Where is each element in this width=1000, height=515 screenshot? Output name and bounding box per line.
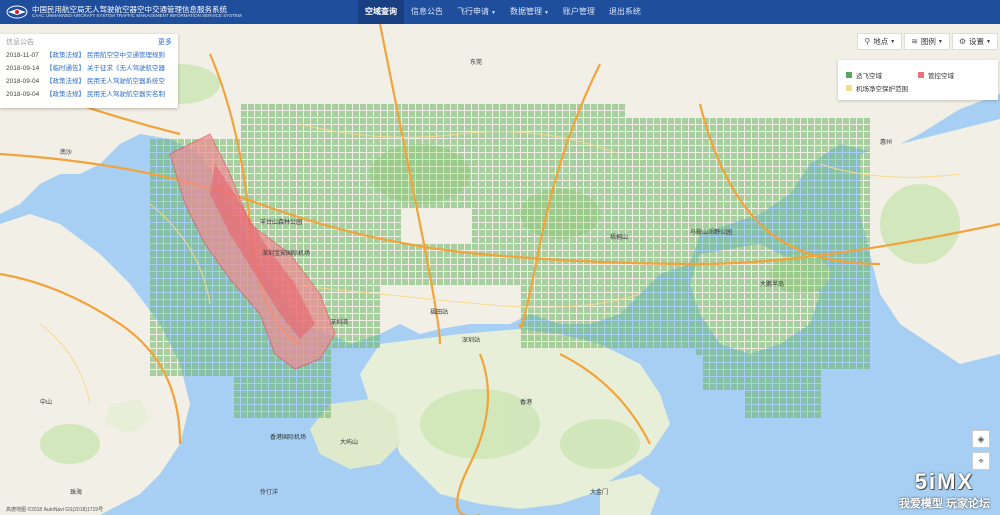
settings-button[interactable]: ⚙ 设置 ▼ bbox=[951, 33, 998, 50]
map-label: 羊台山森林公园 bbox=[260, 218, 302, 226]
notice-title: 信息公告 bbox=[6, 39, 34, 46]
nav-item-2[interactable]: 飞行申请 ▼ bbox=[450, 0, 503, 24]
nav-label: 账户管理 bbox=[562, 7, 595, 16]
map-label: 东莞 bbox=[470, 58, 482, 66]
notice-tag: 【临时通告】 bbox=[46, 65, 85, 72]
caac-logo-icon bbox=[6, 5, 28, 19]
legend-label: 图例 bbox=[920, 37, 936, 46]
notice-link[interactable]: 民用航空空中交通管理规则 bbox=[87, 49, 165, 62]
map-label: 深圳宝安国际机场 bbox=[262, 249, 310, 257]
legend-airport-clearance: 机场净空保护范围 bbox=[846, 83, 990, 93]
map-label: 香港 bbox=[520, 398, 532, 406]
map-label: 惠州 bbox=[880, 138, 892, 146]
location-pin-icon: ⚲ bbox=[864, 37, 871, 46]
watermark: 5iMX 我爱模型 玩家论坛 bbox=[899, 469, 990, 511]
legend-label: 机场净空保护范围 bbox=[856, 85, 908, 93]
legend-panel: 适飞空域 管控空域 机场净空保护范围 bbox=[838, 60, 998, 100]
notice-tag: 【政策法规】 bbox=[46, 91, 85, 98]
location-pin-icon: ⌖ bbox=[978, 455, 984, 466]
chevron-down-icon: ▼ bbox=[937, 38, 943, 45]
nav-label: 数据管理 bbox=[509, 7, 542, 16]
map-copyright: 高德地图 ©2018 AutoNavi GS(2018)1719号 bbox=[6, 507, 104, 513]
map-label: 深圳湾 bbox=[330, 318, 348, 326]
map-label: 珠海 bbox=[70, 488, 82, 496]
map-label: 深圳站 bbox=[462, 336, 480, 344]
settings-label: 设置 bbox=[969, 37, 985, 46]
layers-icon: ◈ bbox=[977, 433, 985, 444]
nav-label: 退出系统 bbox=[608, 7, 641, 16]
notice-date: 2018-11-07 bbox=[6, 52, 39, 59]
system-title: 中国民用航空局无人驾驶航空器空中交通管理信息服务系统 bbox=[32, 4, 227, 14]
map-label: 南沙 bbox=[60, 148, 72, 156]
nav-item-3[interactable]: 数据管理 ▼ bbox=[503, 0, 556, 24]
notice-item[interactable]: 2018-11-07 【政策法规】 民用航空空中交通管理规则 bbox=[6, 49, 172, 62]
legend-swatch bbox=[846, 84, 852, 91]
notice-tag: 【政策法规】 bbox=[46, 78, 85, 85]
notice-link[interactable]: 关于征求《无人驾驶航空器 bbox=[87, 62, 165, 75]
legend-label: 管控空域 bbox=[928, 72, 954, 80]
notice-date: 2018-09-04 bbox=[6, 91, 40, 98]
layers-icon: ≋ bbox=[911, 37, 918, 46]
nav-item-4[interactable]: 账户管理 bbox=[556, 0, 602, 24]
notice-date: 2018-09-14 bbox=[6, 65, 40, 72]
nav-item-0[interactable]: 空域查询 bbox=[358, 0, 404, 24]
legend-controlled: 管控空域 bbox=[918, 70, 990, 80]
legend-label: 适飞空域 bbox=[856, 72, 882, 80]
chevron-down-icon: ▼ bbox=[543, 10, 549, 16]
notice-item[interactable]: 2018-09-14 【临时通告】 关于征求《无人驾驶航空器 bbox=[6, 62, 172, 75]
notice-link[interactable]: 民用无人驾驶航空器系统空 bbox=[87, 75, 165, 88]
nav-label: 信息公告 bbox=[411, 7, 443, 16]
notice-item[interactable]: 2018-09-04 【政策法规】 民用无人驾驶航空器系统空 bbox=[6, 75, 172, 88]
legend-allowed: 适飞空域 bbox=[846, 70, 918, 80]
legend-swatch bbox=[918, 71, 924, 78]
chevron-down-icon: ▼ bbox=[890, 38, 896, 45]
map-label: 大鹏半岛 bbox=[760, 280, 784, 288]
main-nav: 空域查询 信息公告 飞行申请 ▼ 数据管理 ▼ 账户管理 退出系统 bbox=[358, 0, 648, 24]
app-root: 中国民用航空局无人驾驶航空器空中交通管理信息服务系统 CAAC UNMANNED… bbox=[0, 0, 1000, 515]
nav-label: 飞行申请 bbox=[457, 7, 489, 16]
map-label: 大屿山 bbox=[340, 438, 358, 446]
chevron-down-icon: ▼ bbox=[491, 10, 496, 16]
notice-date: 2018-09-04 bbox=[6, 78, 40, 85]
top-bar: 中国民用航空局无人驾驶航空器空中交通管理信息服务系统 CAAC UNMANNED… bbox=[0, 0, 1000, 24]
notice-link[interactable]: 民用无人驾驶航空器实名制 bbox=[87, 88, 165, 101]
legend-button[interactable]: ≋ 图例 ▼ bbox=[904, 33, 950, 50]
map-label: 马鞍山郊野公园 bbox=[690, 228, 732, 236]
watermark-logo-text: 5iMX bbox=[914, 469, 975, 494]
map-label: 伶仃洋 bbox=[260, 488, 278, 496]
legend-swatch bbox=[846, 71, 852, 78]
nav-label: 空域查询 bbox=[365, 7, 397, 16]
map-label: 中山 bbox=[40, 398, 52, 406]
map-controls: ⚲ 地点 ▼ ≋ 图例 ▼ ⚙ 设置 ▼ bbox=[855, 33, 998, 50]
system-title-en: CAAC UNMANNED AIRCRAFT SYSTEM TRAFFIC MA… bbox=[32, 13, 242, 18]
map-label: 梧桐山 bbox=[610, 233, 628, 241]
map-label: 香港国际机场 bbox=[270, 433, 306, 441]
watermark-subtitle: 我爱模型 玩家论坛 bbox=[898, 498, 990, 510]
logo: 中国民用航空局无人驾驶航空器空中交通管理信息服务系统 CAAC UNMANNED… bbox=[0, 5, 350, 19]
gear-icon: ⚙ bbox=[958, 37, 967, 46]
notice-tag: 【政策法规】 bbox=[46, 52, 85, 59]
locate-me-button[interactable]: ⌖ bbox=[972, 452, 990, 470]
nav-item-1[interactable]: 信息公告 bbox=[404, 0, 450, 24]
map-label: 福田站 bbox=[430, 308, 448, 316]
nav-item-5[interactable]: 退出系统 bbox=[602, 0, 648, 24]
notice-panel: 信息公告 更多 2018-11-07 【政策法规】 民用航空空中交通管理规则 2018… bbox=[0, 34, 178, 108]
notice-item[interactable]: 2018-09-04 【政策法规】 民用无人驾驶航空器实名制 bbox=[6, 88, 172, 101]
locate-label: 地点 bbox=[873, 37, 889, 46]
layer-toggle-button[interactable]: ◈ bbox=[972, 430, 990, 448]
chevron-down-icon: ▼ bbox=[986, 38, 991, 45]
map-label: 大金门 bbox=[590, 488, 608, 496]
locate-button[interactable]: ⚲ 地点 ▼ bbox=[857, 33, 903, 50]
notice-more-link[interactable]: 更多 bbox=[158, 37, 172, 49]
